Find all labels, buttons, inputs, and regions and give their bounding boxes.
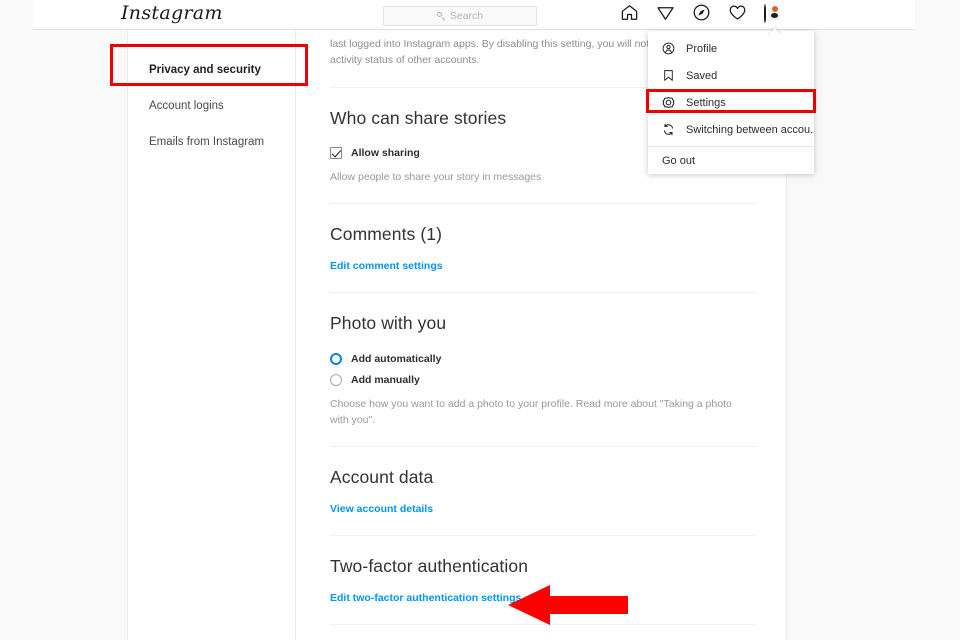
heart-icon[interactable] [728,3,747,27]
home-icon[interactable] [620,3,639,27]
sidebar-item-account-logins[interactable]: Account logins [128,88,295,124]
photo-with-you-description: Choose how you want to add a photo to yo… [330,397,732,427]
settings-sidebar: Privacy and security Account logins Emai… [128,30,296,640]
compass-icon[interactable] [692,3,711,27]
divider [330,446,756,448]
dropdown-item-label: Go out [662,154,696,167]
profile-dropdown-menu: Profile Saved Settings Switching between… [648,31,814,174]
avatar-image [764,3,780,23]
radio-row-add-manually[interactable]: Add manually [330,373,756,386]
dropdown-item-label: Profile [686,42,718,55]
avatar[interactable] [764,3,785,36]
instagram-settings-page: Instagram Search Privacy and security Ac… [0,0,960,640]
divider [330,624,756,626]
section-title-comments: Comments (1) [330,223,443,244]
edit-comment-settings-link[interactable]: Edit comment settings [330,260,443,272]
sidebar-item-label: Privacy and security [149,64,261,76]
profile-circle-icon [662,42,675,55]
dropdown-item-label: Saved [686,69,718,82]
section-title-photo-with-you: Photo with you [330,312,447,333]
instagram-logo[interactable]: Instagram [121,2,223,24]
sidebar-item-emails-from-instagram[interactable]: Emails from Instagram [128,124,295,160]
dropdown-item-label: Switching between accou... [686,123,814,136]
add-automatically-label: Add automatically [351,352,442,365]
dropdown-item-profile[interactable]: Profile [648,35,814,62]
search-icon [436,11,446,21]
sidebar-item-label: Account logins [149,100,224,112]
dropdown-item-saved[interactable]: Saved [648,62,814,89]
divider [330,291,756,293]
edit-two-factor-authentication-link[interactable]: Edit two-factor authentication settings [330,592,521,604]
radio-row-add-automatically[interactable]: Add automatically [330,352,756,365]
section-title-two-factor-authentication: Two-factor authentication [330,556,529,577]
add-manually-label: Add manually [351,373,420,386]
paper-plane-icon[interactable] [656,3,675,27]
nav-icon-group [620,3,785,36]
dropdown-item-go-out[interactable]: Go out [648,147,814,174]
dropdown-item-switching-between-accounts[interactable]: Switching between accou... [648,116,814,143]
checkbox-icon[interactable] [330,146,342,159]
radio-icon[interactable] [330,373,342,386]
top-navigation-bar: Instagram Search [33,0,915,36]
radio-icon[interactable] [330,352,342,365]
section-title-account-data: Account data [330,467,434,488]
sidebar-item-privacy-and-security[interactable]: Privacy and security [128,52,295,88]
divider [330,535,756,537]
dropdown-item-settings[interactable]: Settings [648,89,814,116]
gear-icon [662,96,675,109]
dropdown-item-label: Settings [686,96,726,109]
allow-sharing-label: Allow sharing [351,146,420,159]
switch-accounts-icon [662,123,675,136]
dropdown-pointer-icon [767,27,782,36]
bookmark-icon [662,69,675,82]
sidebar-item-label: Emails from Instagram [149,136,265,148]
view-account-details-link[interactable]: View account details [330,503,433,515]
search-placeholder: Search [449,9,484,22]
divider [330,202,756,204]
search-input[interactable]: Search [383,6,537,26]
